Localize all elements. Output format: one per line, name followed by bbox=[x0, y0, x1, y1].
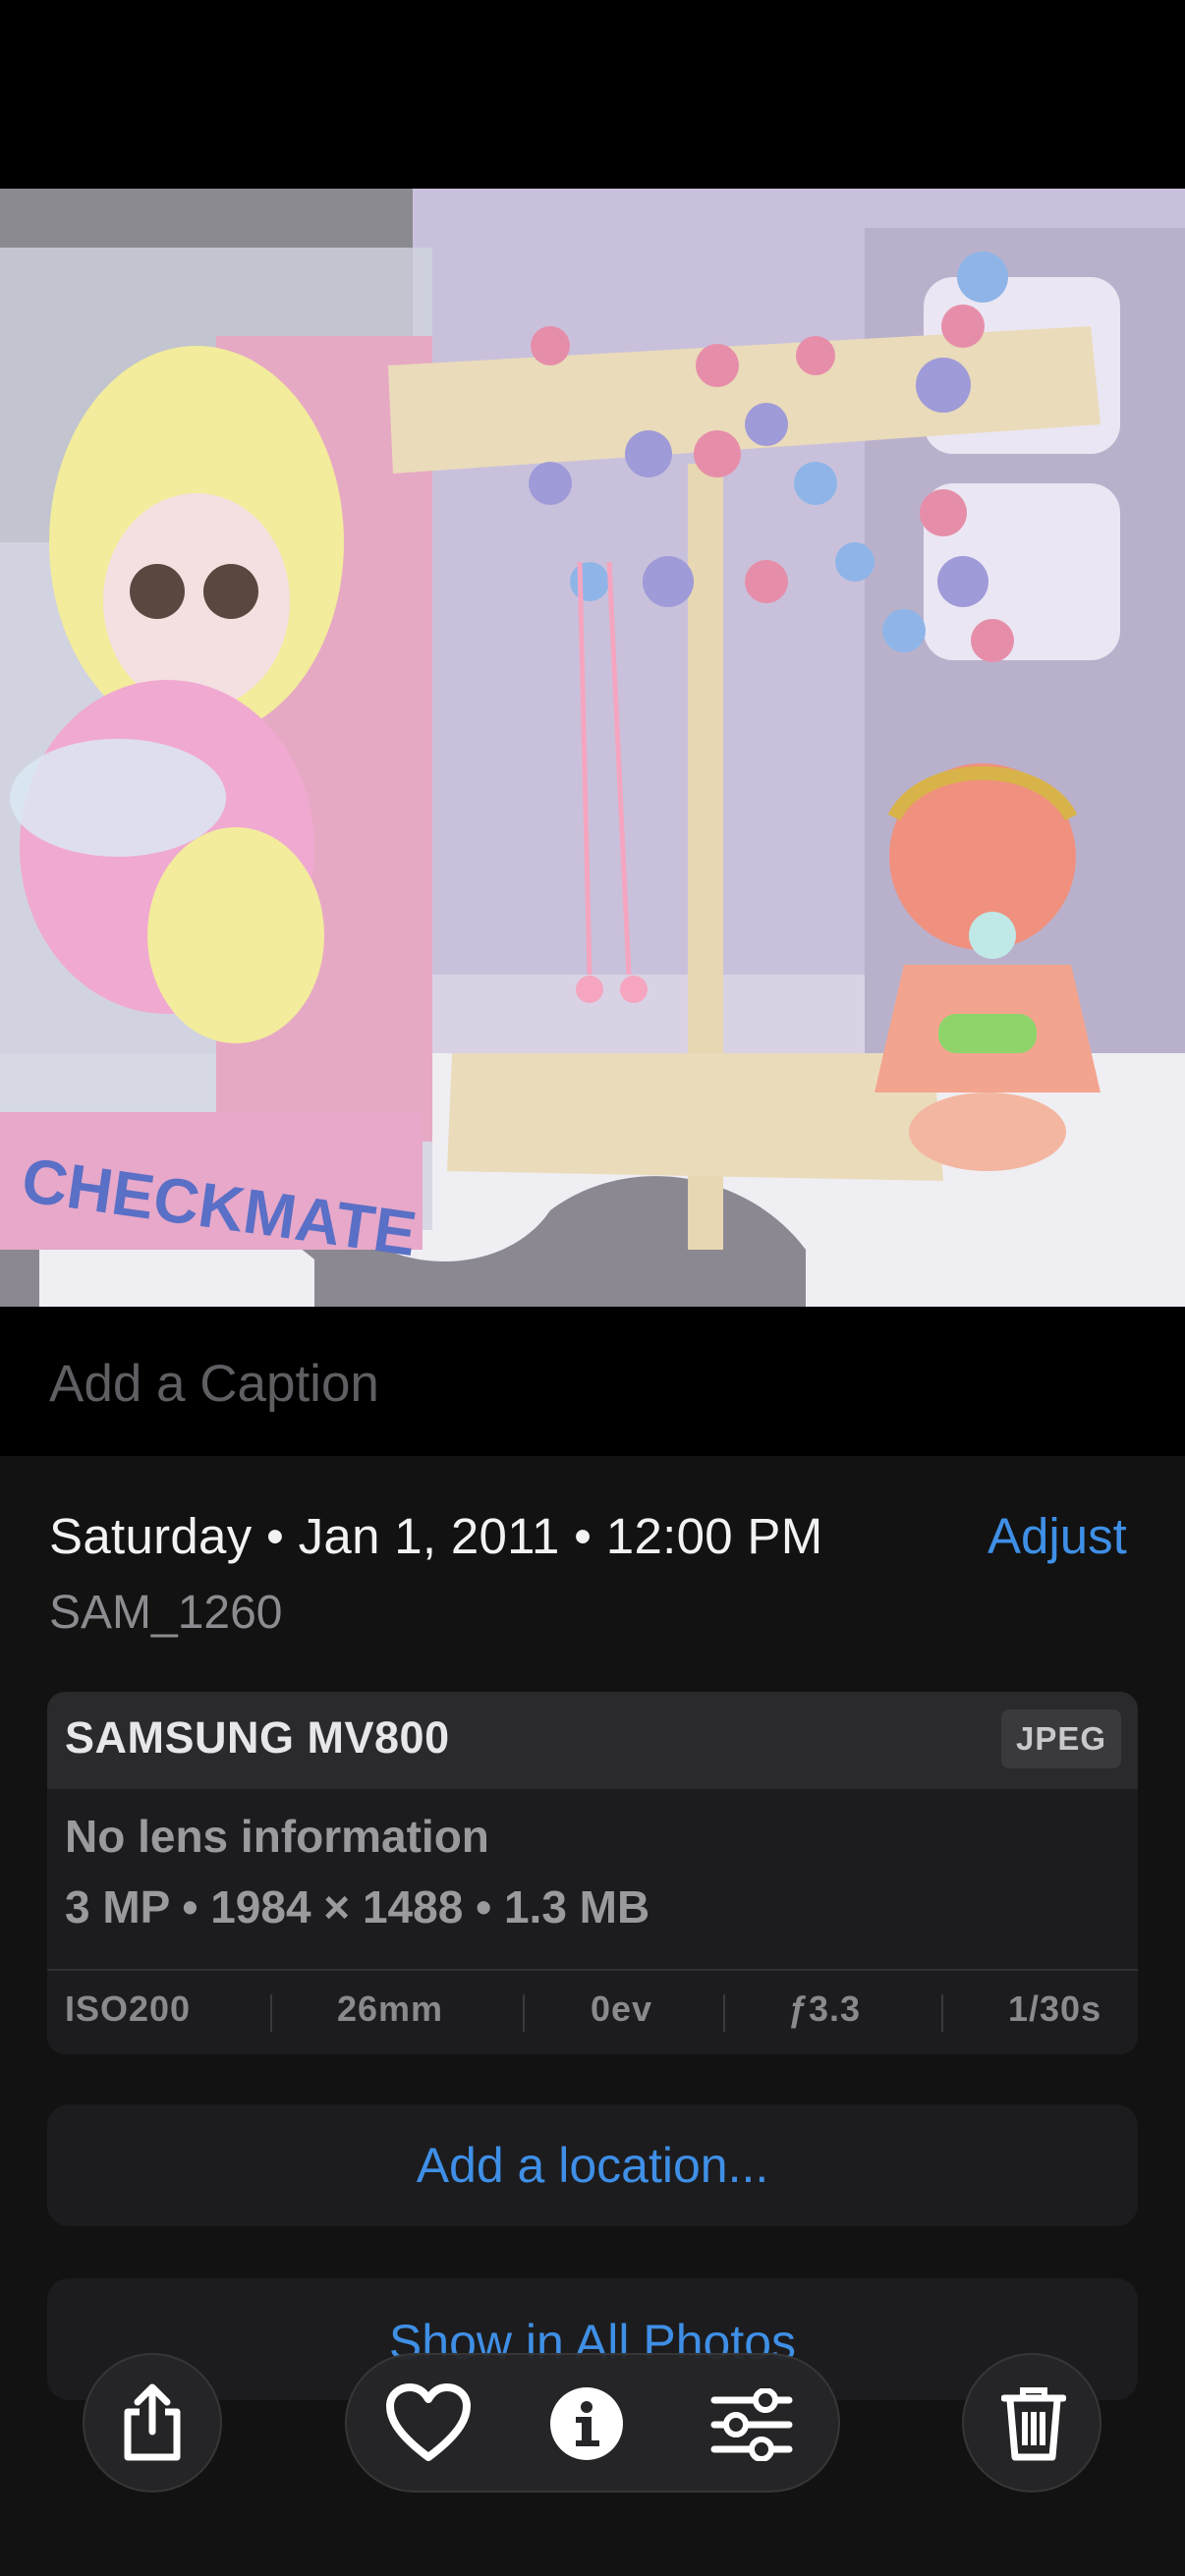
sliders-icon bbox=[710, 2387, 793, 2462]
camera-info-card: SAMSUNG MV800 JPEG No lens information 3… bbox=[47, 1692, 1138, 2054]
camera-model: SAMSUNG MV800 bbox=[65, 1712, 450, 1763]
divider bbox=[723, 1994, 725, 2032]
exif-focal-length: 26mm bbox=[337, 1988, 444, 2029]
filename-label: SAM_1260 bbox=[49, 1587, 283, 1639]
share-button[interactable] bbox=[83, 2353, 222, 2492]
image-details: 3 MP • 1984 × 1488 • 1.3 MB bbox=[65, 1881, 650, 1932]
divider bbox=[523, 1994, 525, 2032]
heart-icon bbox=[386, 2383, 471, 2461]
adjust-button[interactable]: Adjust bbox=[988, 1507, 1127, 1565]
divider bbox=[47, 1969, 1138, 1971]
favorite-button[interactable] bbox=[384, 2382, 473, 2465]
exif-shutter: 1/30s bbox=[1008, 1988, 1102, 2029]
exif-exposure: 0ev bbox=[591, 1988, 653, 2029]
info-icon bbox=[550, 2387, 623, 2460]
edit-button[interactable] bbox=[710, 2387, 793, 2462]
photo-image: CHECKMATE bbox=[0, 189, 1185, 1307]
photo-viewer[interactable]: CHECKMATE bbox=[0, 189, 1185, 1307]
exif-aperture: ƒ3.3 bbox=[788, 1988, 862, 2029]
divider bbox=[270, 1994, 272, 2032]
date-time-label: Saturday • Jan 1, 2011 • 12:00 PM bbox=[49, 1508, 823, 1564]
delete-button[interactable] bbox=[962, 2353, 1101, 2492]
trash-icon bbox=[1001, 2387, 1066, 2461]
add-location-button[interactable]: Add a location... bbox=[47, 2104, 1138, 2226]
info-button[interactable] bbox=[549, 2386, 624, 2461]
share-icon bbox=[124, 2383, 181, 2461]
format-badge: JPEG bbox=[1001, 1709, 1121, 1768]
caption-input[interactable]: Add a Caption bbox=[49, 1354, 379, 1414]
action-group bbox=[345, 2353, 840, 2492]
exif-iso: ISO200 bbox=[65, 1988, 192, 2029]
lens-info: No lens information bbox=[65, 1811, 489, 1862]
divider bbox=[941, 1994, 943, 2032]
